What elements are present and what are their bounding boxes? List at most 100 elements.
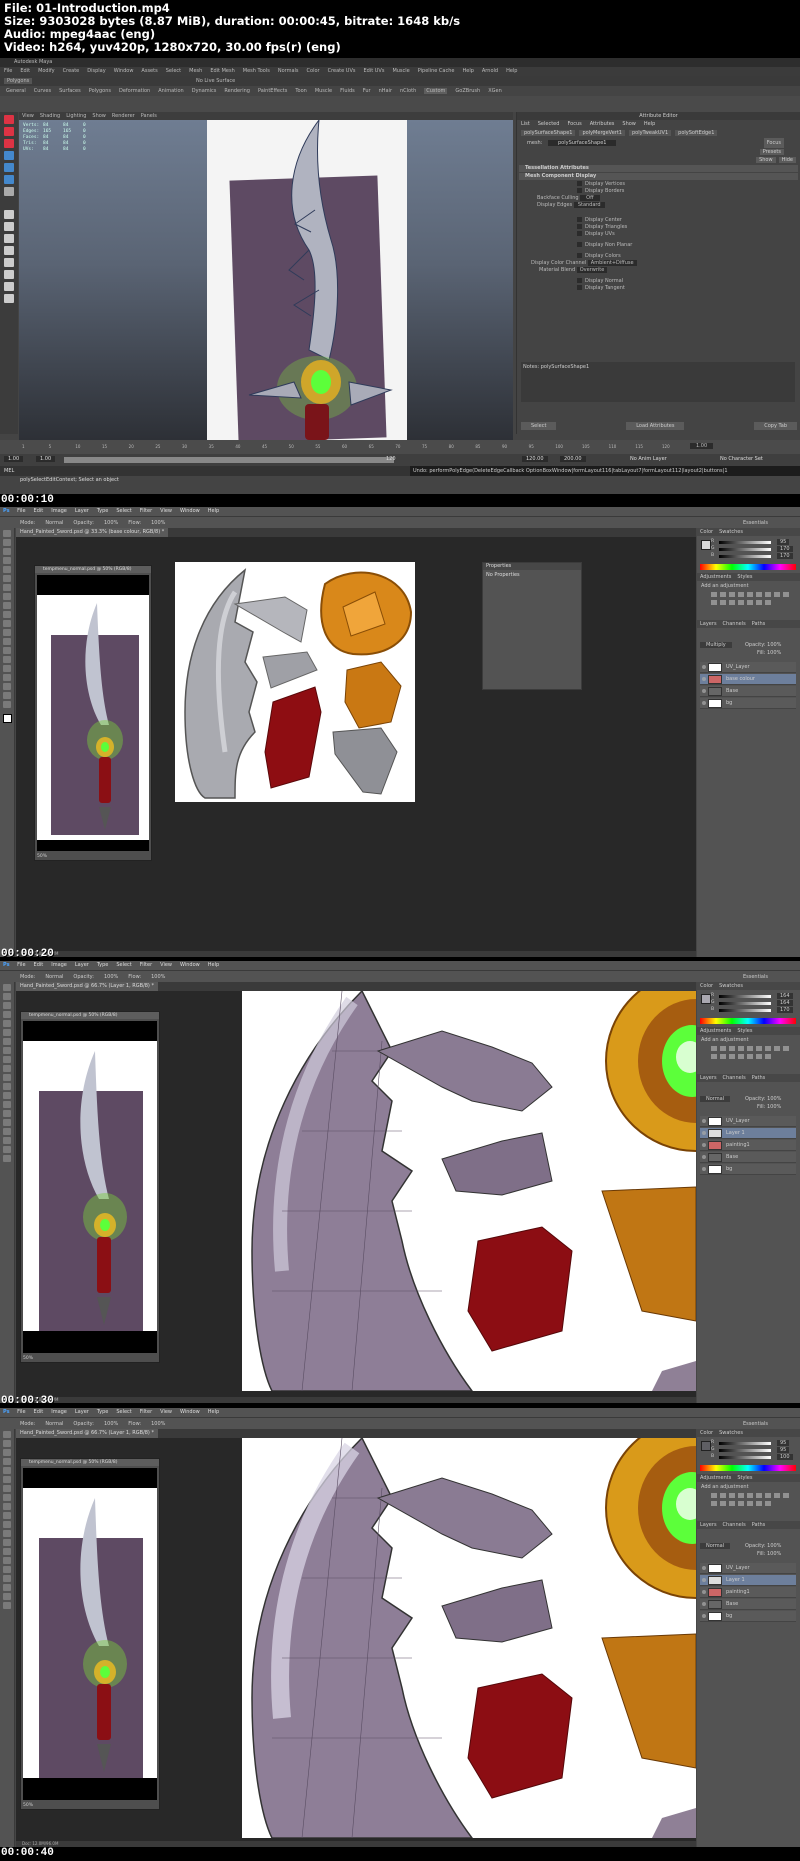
ae-menu-item[interactable]: List [521, 121, 530, 127]
layout-outliner-icon[interactable] [4, 258, 14, 267]
brush-tool-icon[interactable] [3, 593, 11, 600]
eye-icon[interactable] [702, 665, 706, 669]
curves-icon[interactable] [729, 1493, 735, 1498]
hand-icon[interactable] [3, 1146, 11, 1153]
ae-menu-item[interactable]: Attributes [590, 121, 615, 127]
ps-menu-item[interactable]: Help [208, 962, 219, 968]
lasso-tool-icon[interactable] [3, 548, 11, 555]
shelf-tab[interactable]: Muscle [315, 88, 332, 94]
maya-menu-item[interactable]: Color [307, 68, 320, 74]
exposure-icon[interactable] [738, 592, 744, 597]
shelf-tab[interactable]: Surfaces [59, 88, 81, 94]
hue-icon[interactable] [756, 592, 762, 597]
ae-tab[interactable]: polySoftEdge1 [675, 130, 718, 136]
uv-texture-canvas-zoomed[interactable] [242, 1438, 696, 1838]
fill-field[interactable]: Fill: 100% [757, 1104, 781, 1110]
ps-canvas-area[interactable]: tempmenu_normal.psd @ 50% (RGB/8) 50% [16, 991, 696, 1397]
selective-color-icon[interactable] [765, 600, 771, 605]
threshold-icon[interactable] [747, 1501, 753, 1506]
channels-tab[interactable]: Channels [723, 1522, 746, 1528]
ae-hide-button[interactable]: Hide [778, 157, 796, 163]
small-doc-title[interactable]: tempmenu_normal.psd @ 50% (RGB/8) [35, 566, 151, 573]
ae-show-button[interactable]: Show [756, 157, 776, 163]
rotate-tool-icon[interactable] [4, 163, 14, 172]
document-tab[interactable]: Hand_Painted_Sword.psd @ 66.7% (Layer 1,… [16, 1429, 158, 1438]
shelf-tab[interactable]: Animation [158, 88, 184, 94]
blue-value[interactable]: 100 [777, 1454, 793, 1460]
vibrance-icon[interactable] [747, 1046, 753, 1051]
ps-menu-item[interactable]: Help [208, 508, 219, 514]
fill-field[interactable]: Fill: 100% [757, 1551, 781, 1557]
color-spectrum[interactable] [700, 564, 796, 570]
ae-tab[interactable]: polySurfaceShape1 [521, 130, 576, 136]
ae-row[interactable]: Material Blend Overwrite [517, 267, 800, 274]
invert-icon[interactable] [729, 1054, 735, 1059]
range-end3-field[interactable]: 200.00 [560, 456, 586, 462]
eye-icon[interactable] [702, 1614, 706, 1618]
vibrance-icon[interactable] [747, 1493, 753, 1498]
dodge-icon[interactable] [3, 1101, 11, 1108]
viewport-menu-item[interactable]: Lighting [66, 113, 86, 119]
quick-select-icon[interactable] [3, 1458, 11, 1465]
color-spectrum[interactable] [700, 1018, 796, 1024]
blue-slider[interactable]: B [711, 1007, 771, 1012]
ps-menu-item[interactable]: Layer [75, 962, 89, 968]
anim-layer-dropdown[interactable]: No Anim Layer [630, 456, 667, 462]
maya-menu-item[interactable]: Edit [20, 68, 30, 74]
maya-menu-item[interactable]: Mesh [189, 68, 202, 74]
range-end2-field[interactable]: 120.00 [522, 456, 548, 462]
healing-brush-icon[interactable] [3, 1038, 11, 1045]
red-value[interactable]: 95 [777, 539, 790, 545]
ae-presets-button[interactable]: Presets [759, 149, 784, 155]
curves-icon[interactable] [729, 1046, 735, 1051]
ps-menu-item[interactable]: Type [97, 508, 108, 514]
red-value[interactable]: 95 [777, 1440, 790, 1446]
eyedropper-icon[interactable] [3, 575, 11, 582]
green-value[interactable]: 170 [777, 546, 793, 552]
shelf-tab[interactable]: Curves [34, 88, 51, 94]
layer-row[interactable]: UV_Layer [700, 662, 796, 673]
paths-tab[interactable]: Paths [752, 621, 766, 627]
scale-tool-icon[interactable] [4, 175, 14, 184]
path-select-icon[interactable] [3, 674, 11, 681]
layer-row[interactable]: painting1 [700, 1140, 796, 1151]
ae-row[interactable]: Display UVs [517, 231, 800, 238]
layer-row[interactable]: UV_Layer [700, 1563, 796, 1574]
blur-icon[interactable] [3, 1092, 11, 1099]
ps-menu-item[interactable]: Layer [75, 508, 89, 514]
layout-single-icon[interactable] [4, 210, 14, 219]
lasso-tool-icon[interactable] [3, 1002, 11, 1009]
balance-icon[interactable] [765, 1493, 771, 1498]
green-slider[interactable]: G [711, 1447, 771, 1452]
shape-icon[interactable] [3, 683, 11, 690]
ps-menu-item[interactable]: Filter [140, 1409, 152, 1415]
ae-culling-select[interactable]: Off [580, 195, 600, 201]
ps-menu-item[interactable]: Type [97, 1409, 108, 1415]
char-set-dropdown[interactable]: No Character Set [720, 456, 763, 462]
foreground-color-swatch[interactable] [2, 714, 12, 723]
viewport-menu-item[interactable]: Renderer [112, 113, 135, 119]
maya-menu-item[interactable]: Display [87, 68, 105, 74]
maya-menu-item[interactable]: Help [462, 68, 473, 74]
ae-row[interactable]: Display Vertices [517, 181, 800, 188]
green-value[interactable]: 164 [777, 1000, 793, 1006]
opacity-field[interactable]: Opacity: 100% [745, 642, 781, 648]
shelf-tab[interactable]: Dynamics [192, 88, 217, 94]
brightness-icon[interactable] [711, 1493, 717, 1498]
ae-menu-item[interactable]: Help [644, 121, 655, 127]
gradient-map-icon[interactable] [756, 1054, 762, 1059]
ae-row[interactable]: Backface Culling Off [517, 195, 800, 202]
blend-mode-select[interactable]: Multiply [700, 642, 732, 648]
ps-menu-item[interactable]: Filter [140, 962, 152, 968]
ae-mesh-field[interactable]: polySurfaceShape1 [548, 140, 617, 146]
ae-section-tessellation[interactable]: Tessellation Attributes [519, 165, 798, 172]
current-frame-field[interactable]: 1.00 [690, 443, 714, 449]
stamp-tool-icon[interactable] [3, 1056, 11, 1063]
opacity-field[interactable]: Opacity: 100% [745, 1096, 781, 1102]
threshold-icon[interactable] [747, 600, 753, 605]
eye-icon[interactable] [702, 1143, 706, 1147]
layer-row-selected[interactable]: base colour [700, 674, 796, 685]
small-doc-title[interactable]: tempmenu_normal.psd @ 50% (RGB/8) [21, 1012, 159, 1019]
color-swatch[interactable] [701, 540, 711, 550]
ae-material-blend-select[interactable]: Overwrite [576, 267, 608, 273]
